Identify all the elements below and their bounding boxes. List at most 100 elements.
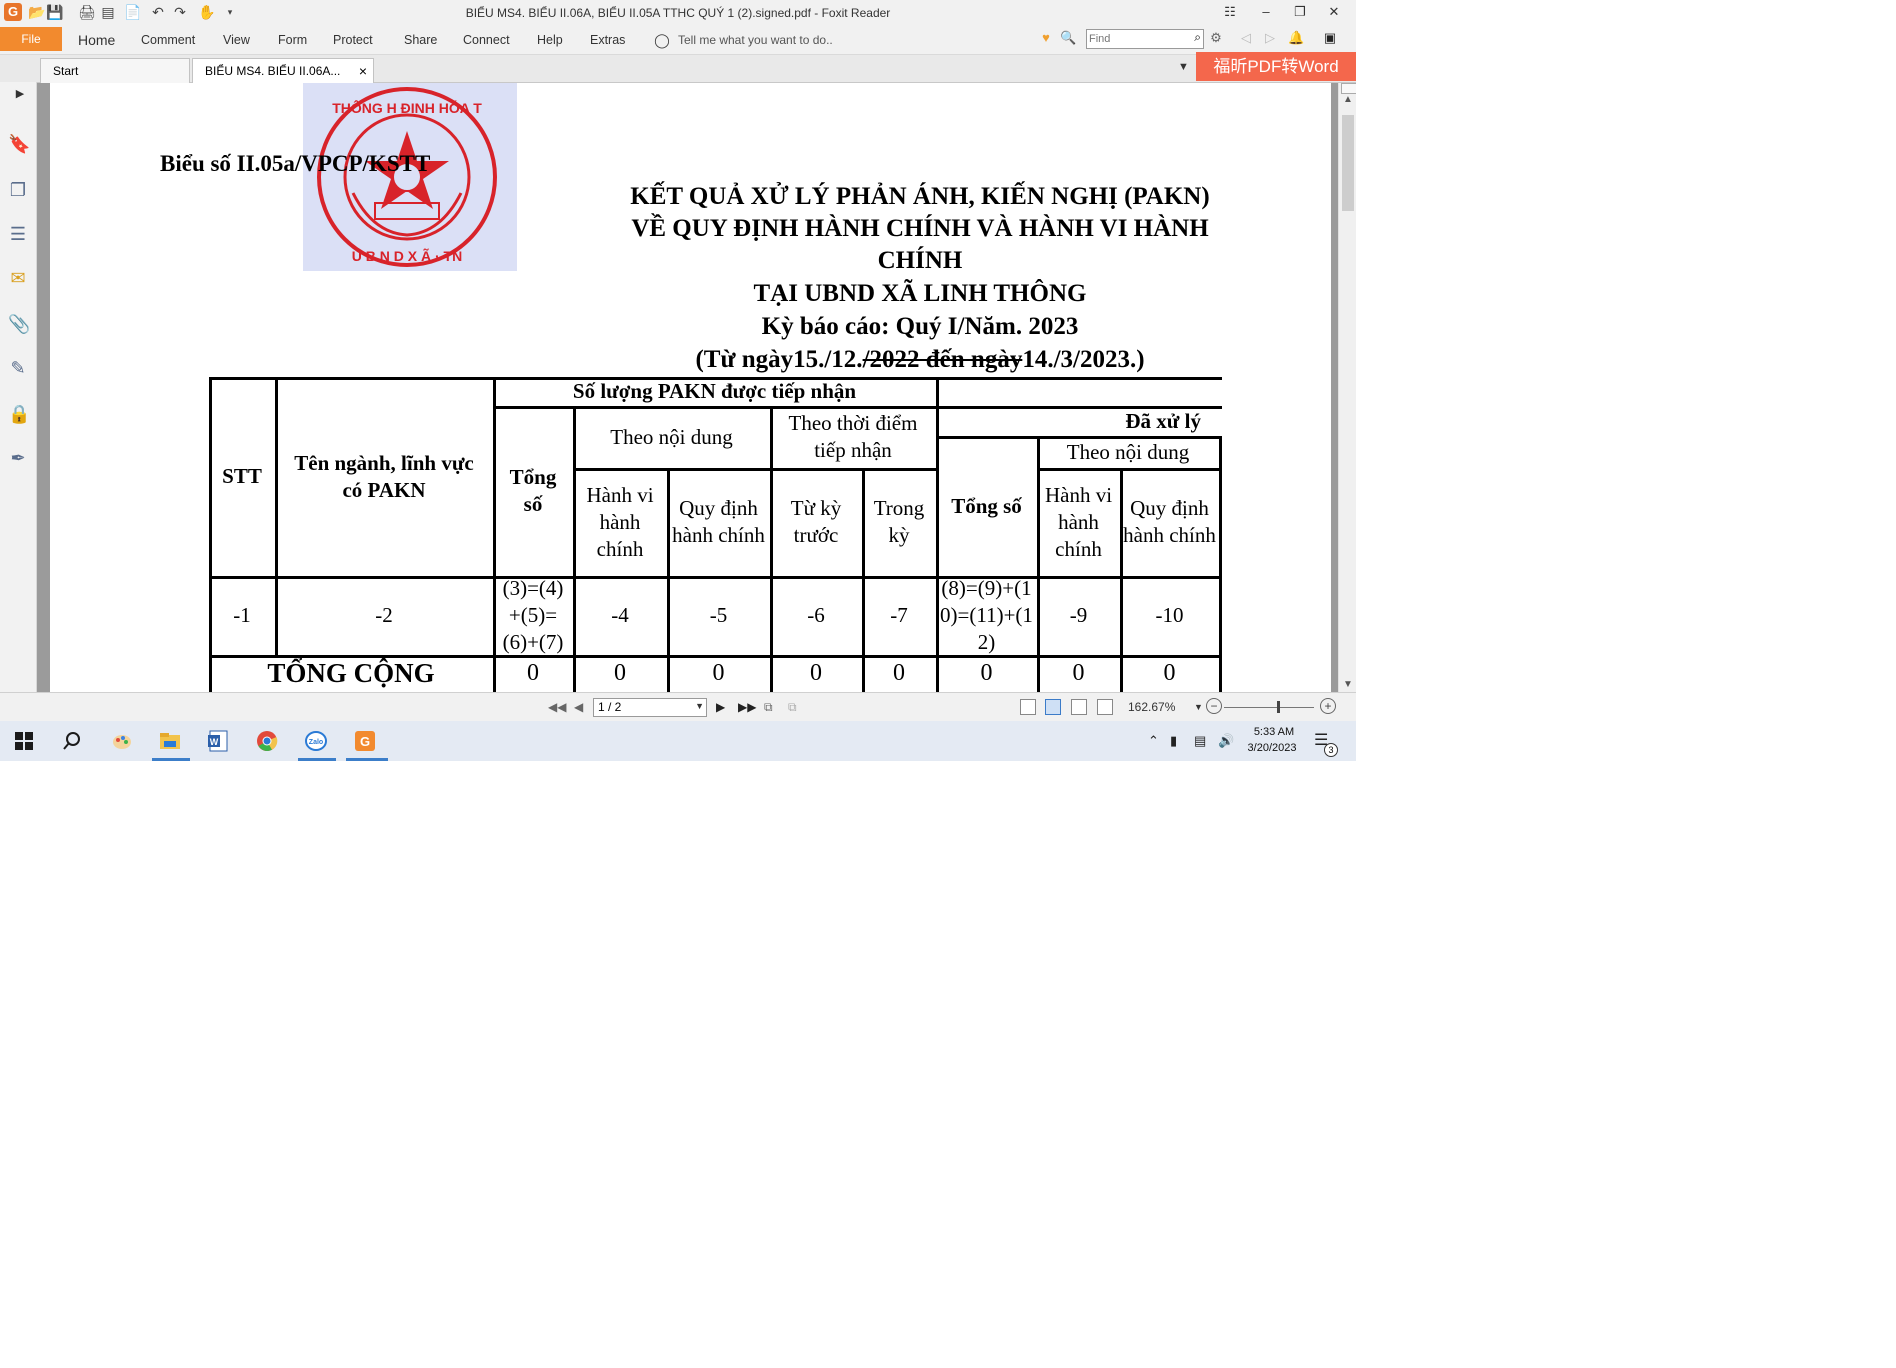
index-cell: (3)=(4)+(5)=(6)+(7): [502, 576, 564, 654]
tab-start[interactable]: Start: [40, 58, 190, 83]
vertical-scrollbar[interactable]: ▲ ▼: [1338, 83, 1356, 692]
find-box[interactable]: ⌕: [1086, 29, 1204, 49]
svg-text:U B N D X Ã · TN: U B N D X Ã · TN: [352, 247, 462, 264]
bookmark-icon[interactable]: 🔖: [8, 134, 30, 154]
pdf-to-word-promo-button[interactable]: 福昕PDF转Word: [1196, 52, 1356, 81]
account-icon[interactable]: ▣: [1322, 30, 1338, 46]
tab-view[interactable]: View: [223, 33, 250, 47]
page-number-input[interactable]: [598, 699, 688, 715]
previous-view-icon[interactable]: ⧉: [764, 700, 773, 715]
forward-arrow-icon[interactable]: ▷: [1262, 30, 1278, 46]
single-page-view-icon[interactable]: [1020, 699, 1036, 715]
tell-me-search[interactable]: Tell me what you want to do..: [678, 33, 833, 47]
header-in-period: Trong kỳ: [873, 496, 925, 547]
tab-document[interactable]: BIỂU MS4. BIỂU II.06A... ×: [192, 58, 374, 83]
clock-time[interactable]: 5:33 AM: [1252, 726, 1296, 738]
clock-date[interactable]: 3/20/2023: [1240, 742, 1304, 754]
zalo-icon[interactable]: Zalo: [304, 729, 328, 753]
settings-gear-icon[interactable]: ⚙: [1208, 30, 1224, 46]
network-icon[interactable]: ▤: [1194, 733, 1206, 749]
close-tab-icon[interactable]: ×: [359, 59, 367, 83]
search-icon[interactable]: ⌕: [1194, 30, 1201, 45]
chrome-icon[interactable]: [255, 729, 279, 753]
expand-sidebar-icon[interactable]: ▶: [14, 88, 26, 100]
paint-app-icon[interactable]: [110, 729, 134, 753]
comments-icon[interactable]: ✉: [8, 268, 28, 288]
scrollbar-thumb[interactable]: [1342, 115, 1354, 211]
layers-icon[interactable]: ☰: [8, 224, 28, 244]
report-date-range: (Từ ngày15./12./2022 đến ngày14./3/2023.…: [580, 346, 1260, 374]
foxit-taskbar-icon[interactable]: G: [353, 729, 377, 753]
header-total: Tổng số: [509, 465, 557, 516]
next-view-icon[interactable]: ⧉: [788, 700, 797, 715]
zoom-slider-thumb[interactable]: [1277, 701, 1280, 713]
minimize-button[interactable]: –: [1256, 4, 1276, 20]
continuous-facing-view-icon[interactable]: [1097, 699, 1113, 715]
windows-start-icon[interactable]: [12, 729, 36, 753]
tab-protect[interactable]: Protect: [333, 33, 373, 47]
navigation-sidebar: ▶ 🔖 ❐ ☰ ✉ 📎 ✎ 🔒 ✒: [0, 82, 37, 692]
fill-sign-icon[interactable]: ✒: [8, 448, 28, 468]
zoom-in-icon[interactable]: +: [1320, 698, 1336, 714]
total-cell: 0: [893, 660, 905, 686]
back-arrow-icon[interactable]: ◁: [1238, 30, 1254, 46]
window-title: BIỂU MS4. BIỂU II.06A, BIỂU II.05A TTHC …: [465, 6, 891, 20]
next-page-icon[interactable]: ▶: [716, 700, 725, 714]
tab-list-dropdown-icon[interactable]: ▼: [1178, 61, 1189, 73]
last-page-icon[interactable]: ▶▶: [738, 700, 756, 714]
volume-icon[interactable]: 🔊: [1218, 733, 1234, 749]
show-hidden-icons-icon[interactable]: ⌃: [1148, 733, 1159, 749]
index-cell: -7: [890, 603, 908, 627]
continuous-view-icon[interactable]: [1045, 699, 1061, 715]
total-cell: 0: [1163, 660, 1176, 686]
word-app-icon[interactable]: W: [206, 729, 230, 753]
signature-panel-icon[interactable]: ✎: [8, 358, 28, 378]
page-dropdown-icon[interactable]: ▼: [695, 701, 704, 711]
document-viewport: THÔNG H ĐỊNH HÓA T U B N D X Ã · TN Biểu…: [37, 83, 1338, 692]
tab-home[interactable]: Home: [78, 32, 115, 48]
restore-layout-icon[interactable]: ☷: [1220, 4, 1240, 20]
zoom-level[interactable]: 162.67%: [1128, 700, 1175, 714]
find-folder-icon[interactable]: 🔍: [1060, 30, 1076, 46]
tab-help[interactable]: Help: [537, 33, 563, 47]
like-icon[interactable]: ♥: [1038, 30, 1054, 46]
zoom-dropdown-icon[interactable]: ▼: [1194, 702, 1203, 712]
notification-bell-icon[interactable]: 🔔: [1288, 30, 1304, 46]
tab-comment[interactable]: Comment: [141, 33, 195, 47]
facing-view-icon[interactable]: [1071, 699, 1087, 715]
find-input[interactable]: [1089, 31, 1179, 46]
header-received: Số lượng PAKN được tiếp nhận: [572, 379, 857, 403]
report-title-line-3: CHÍNH: [877, 247, 963, 274]
tab-connect[interactable]: Connect: [463, 33, 510, 47]
file-explorer-icon[interactable]: [158, 729, 182, 753]
zoom-slider[interactable]: [1224, 707, 1314, 708]
scroll-down-icon[interactable]: ▼: [1343, 679, 1353, 690]
header-from-previous: Từ kỳ trước: [790, 496, 842, 547]
tab-extras[interactable]: Extras: [590, 33, 625, 47]
security-lock-icon[interactable]: 🔒: [8, 404, 30, 424]
file-tab[interactable]: File: [0, 27, 62, 51]
report-title-line-2: VỀ QUY ĐỊNH HÀNH CHÍNH VÀ HÀNH VI HÀNH: [631, 215, 1209, 242]
page-number-box[interactable]: ▼: [593, 698, 707, 717]
tab-share[interactable]: Share: [404, 33, 437, 47]
date-range-struck: /2022 đến ngày: [862, 346, 1023, 373]
tab-form[interactable]: Form: [278, 33, 307, 47]
date-range-start: (Từ ngày15./12.: [695, 346, 863, 373]
scroll-up-icon[interactable]: ▲: [1343, 94, 1353, 105]
first-page-icon[interactable]: ◀◀: [548, 700, 566, 714]
zoom-out-icon[interactable]: −: [1206, 698, 1222, 714]
search-icon[interactable]: [60, 729, 84, 753]
previous-page-icon[interactable]: ◀: [574, 700, 583, 714]
split-view-handle[interactable]: [1341, 83, 1356, 94]
attachment-icon[interactable]: 📎: [8, 314, 30, 334]
svg-text:THÔNG H ĐỊNH HÓA T: THÔNG H ĐỊNH HÓA T: [332, 99, 482, 116]
battery-icon[interactable]: ▮: [1170, 733, 1177, 749]
header-processed-by-content: Theo nội dung: [1066, 439, 1190, 464]
lightbulb-icon: ◯: [654, 32, 670, 48]
close-window-button[interactable]: ✕: [1324, 4, 1344, 20]
total-cell: 0: [712, 660, 725, 686]
total-cell: 0: [527, 660, 539, 686]
page-thumbnails-icon[interactable]: ❐: [8, 180, 28, 200]
index-cell: -2: [375, 603, 393, 627]
maximize-button[interactable]: ❐: [1290, 4, 1310, 20]
